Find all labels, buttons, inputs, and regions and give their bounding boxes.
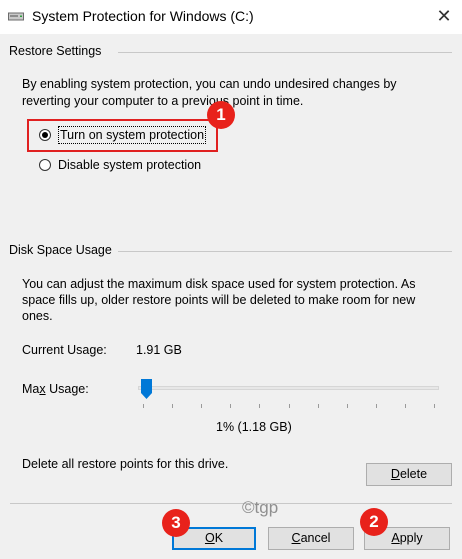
turn-on-radio[interactable] [39,129,51,141]
turn-on-label[interactable]: Turn on system protection [58,126,207,144]
max-usage-slider-track[interactable] [138,386,439,390]
watermark: ©tgp [242,498,279,517]
disable-label[interactable]: Disable system protection [58,156,201,174]
slider-tick [405,404,406,408]
annotation-badge-3: 3 [162,509,190,537]
slider-tick [143,404,144,408]
restore-description-line1: By enabling system protection, you can u… [22,77,397,91]
cancel-button[interactable]: Cancel [268,527,354,550]
disk-description-line3: ones. [22,309,53,323]
delete-description: Delete all restore points for this drive… [22,457,229,471]
restore-description-line2: reverting your computer to a previous po… [22,94,304,108]
group-divider-disk [116,251,452,252]
close-icon[interactable]: ✕ [428,2,460,30]
group-divider-restore [118,52,452,53]
delete-button[interactable]: Delete [366,463,452,486]
window-title: System Protection for Windows (C:) [32,8,254,24]
slider-tick [201,404,202,408]
footer-divider [10,503,452,504]
disable-radio[interactable] [39,159,51,171]
current-usage-value: 1.91 GB [136,343,182,357]
restore-settings-label: Restore Settings [9,44,108,58]
disk-space-label: Disk Space Usage [9,243,118,257]
current-usage-label: Current Usage: [22,343,107,357]
slider-tick [434,404,435,408]
max-usage-label: Max Usage: [22,382,89,396]
drive-icon [8,12,24,21]
max-usage-value: 1% (1.18 GB) [216,420,292,434]
max-usage-slider-thumb[interactable] [141,379,152,399]
slider-tick [376,404,377,408]
disk-description-line2: space fills up, older restore points wil… [22,293,416,307]
annotation-badge-1: 1 [207,101,235,129]
annotation-badge-2: 2 [360,508,388,536]
slider-tick [230,404,231,408]
slider-tick [259,404,260,408]
slider-tick [318,404,319,408]
slider-tick [172,404,173,408]
slider-tick [347,404,348,408]
slider-tick [289,404,290,408]
